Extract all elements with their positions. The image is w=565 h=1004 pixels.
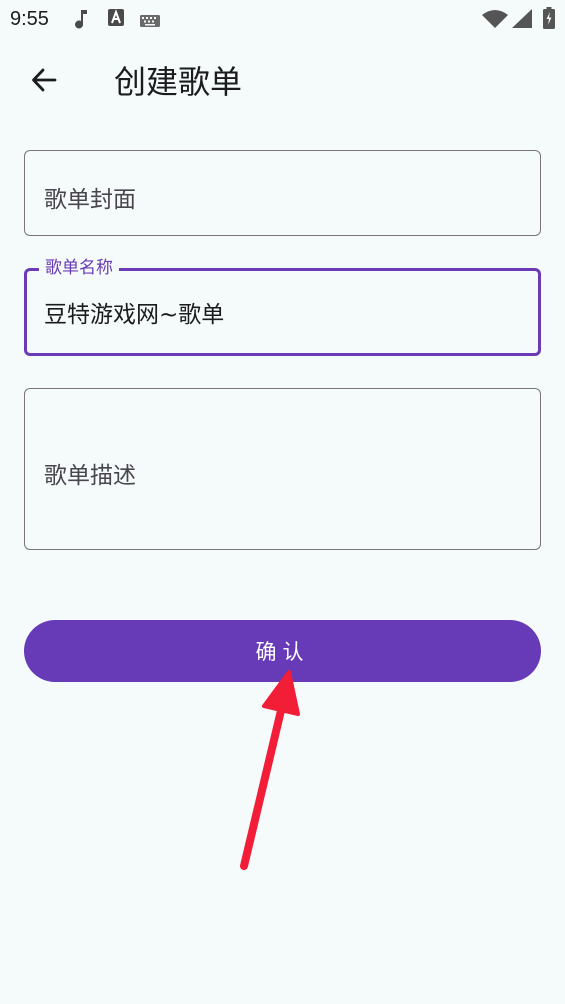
annotation-arrow-icon [240, 670, 300, 870]
